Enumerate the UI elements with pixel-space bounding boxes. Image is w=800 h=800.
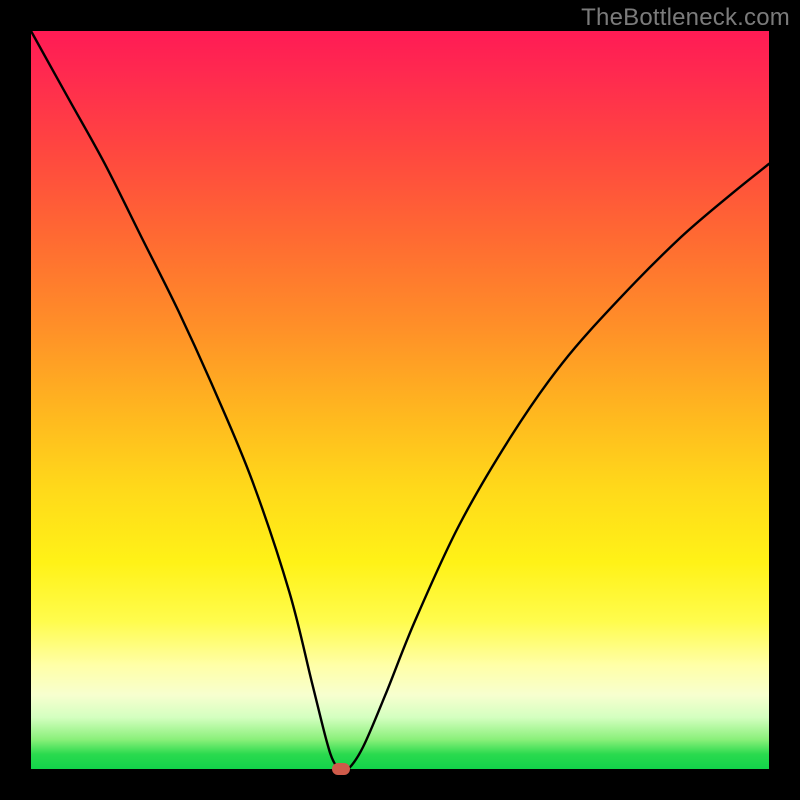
curve-path bbox=[31, 31, 769, 771]
plot-area bbox=[31, 31, 769, 769]
chart-frame: TheBottleneck.com bbox=[0, 0, 800, 800]
watermark-text: TheBottleneck.com bbox=[581, 4, 790, 32]
bottleneck-curve bbox=[31, 31, 769, 769]
optimum-marker bbox=[332, 763, 350, 775]
